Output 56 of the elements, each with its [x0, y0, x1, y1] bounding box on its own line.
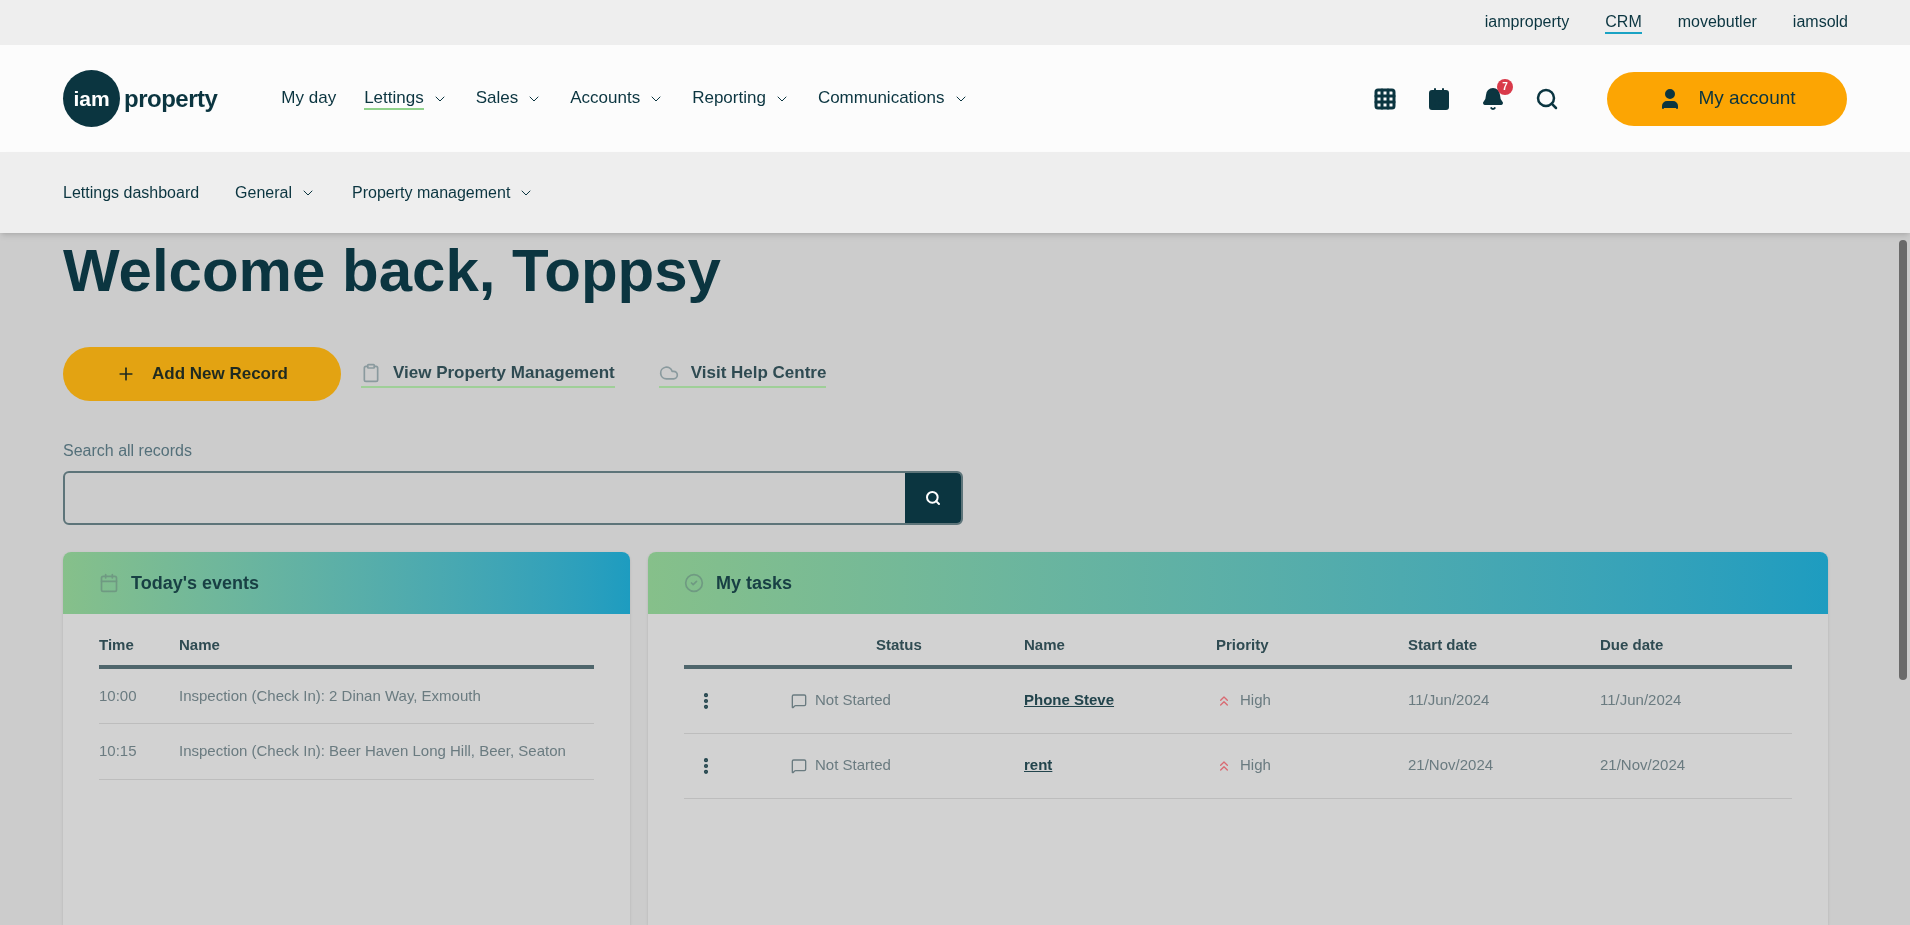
notification-badge: 7 [1497, 78, 1513, 95]
table-cell-text: Inspection (Check In): Beer Haven Long Hill, Beer, Seaton [179, 741, 566, 761]
table-cell-text: 10:15 [99, 741, 138, 761]
search-field[interactable] [63, 471, 963, 525]
table-cell-text: 10:00 [99, 685, 138, 706]
table-cell-text: Not Started [815, 690, 891, 711]
table-cell-text: Not Started [815, 755, 891, 776]
table-cell-text: 11/Jun/2024 [1408, 690, 1491, 711]
nav-item[interactable]: My day [281, 87, 337, 110]
check-circle-icon [684, 573, 704, 593]
calendar-icon [99, 573, 119, 593]
apps-grid-icon[interactable] [1373, 86, 1397, 111]
table-cell-text: 11/Jun/2024 [1600, 690, 1682, 711]
site-link[interactable]: CRM [1605, 11, 1642, 34]
table-cell-text: High [1240, 755, 1271, 776]
sub-nav-item[interactable]: General [235, 180, 317, 205]
notifications-button[interactable]: 7 [1481, 78, 1513, 111]
welcome-heading: Welcome back, Toppsy [63, 241, 721, 301]
action-link[interactable]: View Property Management [361, 360, 615, 388]
action-link[interactable]: Visit Help Centre [658, 360, 827, 388]
site-link[interactable]: iamproperty [1484, 11, 1570, 34]
column-header: Status [876, 635, 923, 655]
site-link[interactable]: movebutler [1677, 11, 1757, 34]
search-icon[interactable] [1535, 86, 1559, 111]
search-label: Search all records [63, 441, 192, 461]
column-header: Name [1024, 635, 1066, 655]
nav-item[interactable]: Sales [475, 87, 543, 110]
nav-item[interactable]: Reporting [692, 87, 790, 110]
nav-item[interactable]: Lettings [364, 87, 448, 110]
sub-nav-item[interactable]: Lettings dashboard [63, 180, 200, 205]
cloud-icon [658, 363, 679, 383]
search-icon [925, 490, 941, 506]
column-header: Time [99, 635, 135, 655]
site-link[interactable]: iamsold [1792, 11, 1848, 34]
table-cell-text: Inspection (Check In): 2 Dinan Way, Exmouth [179, 685, 481, 706]
sub-nav-item[interactable]: Property management [352, 180, 535, 205]
nav-item[interactable]: Accounts [570, 87, 665, 110]
search-button[interactable] [905, 473, 961, 523]
table-cell-text: High [1240, 690, 1271, 711]
column-header: Name [179, 635, 220, 655]
column-header: Start date [1408, 635, 1479, 655]
scrollbar[interactable] [1899, 240, 1907, 680]
card-header: Today's events [63, 552, 630, 614]
account-button[interactable]: My account [1607, 71, 1847, 126]
clipboard-icon [361, 363, 381, 383]
table-cell-text: 21/Nov/2024 [1600, 755, 1686, 776]
task-link[interactable]: Phone Steve [1024, 691, 1115, 709]
table-cell-text: 21/Nov/2024 [1408, 755, 1495, 776]
column-header: Due date [1600, 635, 1665, 655]
task-link[interactable]: rent [1024, 756, 1053, 774]
column-header: Priority [1216, 635, 1270, 655]
nav-item[interactable]: Communications [817, 87, 969, 110]
calendar-icon[interactable] [1427, 86, 1451, 111]
add-record-button[interactable]: Add New Record [63, 347, 341, 401]
logo[interactable]: iam property [63, 70, 218, 127]
card-header: My tasks [648, 552, 1828, 614]
